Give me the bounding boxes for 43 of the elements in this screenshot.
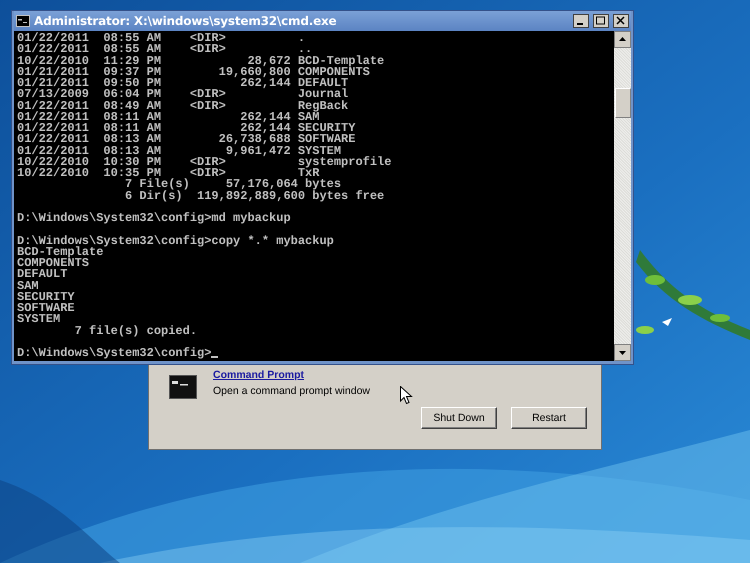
console-line: 01/22/2011 08:55 AM <DIR> .. xyxy=(17,44,312,56)
console-line: 01/22/2011 08:49 AM <DIR> RegBack xyxy=(17,100,348,112)
console-line: 07/13/2009 06:04 PM <DIR> Journal xyxy=(17,89,348,100)
restart-button[interactable]: Restart xyxy=(511,407,587,429)
console-icon xyxy=(169,375,197,399)
console-line: 01/22/2011 08:11 AM 262,144 SECURITY xyxy=(17,123,356,134)
scroll-up-icon[interactable] xyxy=(614,31,631,48)
mouse-pointer-icon xyxy=(400,386,413,405)
window-title: Administrator: X:\windows\system32\cmd.exe xyxy=(34,14,338,28)
console-line: COMPONENTS xyxy=(17,258,90,270)
console-line: 01/22/2011 08:13 AM 26,738,688 SOFTWARE xyxy=(17,134,356,146)
console-line: BCD-Template xyxy=(17,246,104,258)
text-cursor xyxy=(211,356,218,358)
maximize-icon[interactable] xyxy=(593,14,609,28)
console-line: 01/21/2011 09:37 PM 19,660,800 COMPONENTS xyxy=(17,66,370,78)
console-app-icon xyxy=(16,15,30,27)
console-line: 10/22/2010 10:30 PM <DIR> systemprofile xyxy=(17,156,392,168)
console-line: D:\Windows\System32\config>md mybackup xyxy=(17,213,291,224)
scroll-down-icon[interactable] xyxy=(614,344,631,361)
console-line: 10/22/2010 11:29 PM 28,672 BCD-Template xyxy=(17,56,384,67)
console-line: SECURITY xyxy=(17,292,75,303)
console-line: DEFAULT xyxy=(17,269,68,280)
console-line: D:\Windows\System32\config> xyxy=(17,348,212,360)
console-line: 01/22/2011 08:13 AM 9,961,472 SYSTEM xyxy=(17,146,342,157)
console-line: D:\Windows\System32\config>copy *.* mybackup xyxy=(17,236,334,247)
scroll-thumb[interactable] xyxy=(615,88,631,118)
console-line: 7 file(s) copied. xyxy=(74,326,198,337)
shut-down-button[interactable]: Shut Down xyxy=(421,407,497,429)
console-line: SYSTEM xyxy=(17,314,60,326)
command-prompt-link[interactable]: Command Prompt xyxy=(213,369,370,381)
scrollbar[interactable] xyxy=(614,31,631,361)
console-line: 01/21/2011 09:50 PM 262,144 DEFAULT xyxy=(17,78,348,90)
console-line: 6 Dir(s) 119,892,889,600 bytes free xyxy=(124,190,384,202)
console-line: 01/22/2011 08:11 AM 262,144 SAM xyxy=(17,112,320,123)
minimize-icon[interactable] xyxy=(573,14,589,28)
console-line: SOFTWARE xyxy=(17,303,75,314)
console-line: 10/22/2010 10:35 PM <DIR> TxR xyxy=(17,168,320,180)
console-line: 01/22/2011 08:55 AM <DIR> . xyxy=(17,33,306,44)
tool-description: Open a command prompt window xyxy=(213,385,370,397)
close-icon[interactable] xyxy=(613,14,629,28)
console-line: SAM xyxy=(17,280,39,292)
bird-icon xyxy=(662,318,672,326)
console-line: 7 File(s) 57,176,064 bytes xyxy=(124,179,342,190)
